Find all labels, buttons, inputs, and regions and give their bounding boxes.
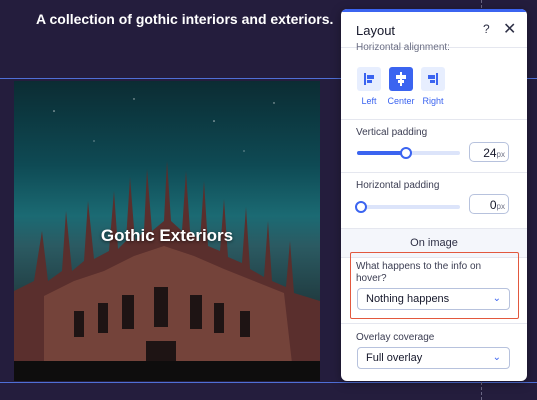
- horizontal-alignment-label: Horizontal alignment:: [356, 42, 450, 53]
- align-center-button[interactable]: [389, 67, 413, 91]
- overlay-coverage-select[interactable]: Full overlay ⌄: [357, 347, 510, 369]
- hover-info-label: What happens to the info on hover?: [356, 261, 482, 284]
- hover-info-select[interactable]: Nothing happens ⌄: [357, 288, 510, 310]
- vertical-padding-slider-thumb[interactable]: [400, 147, 412, 159]
- divider: [341, 172, 527, 173]
- chevron-down-icon: ⌄: [492, 352, 501, 363]
- align-left-button[interactable]: [357, 67, 381, 91]
- vertical-padding-unit: px: [496, 150, 505, 159]
- vertical-padding-input[interactable]: 24px: [469, 142, 509, 162]
- align-right-label[interactable]: Right: [413, 96, 453, 106]
- divider: [341, 323, 527, 324]
- guide-line-bottom: [0, 382, 537, 383]
- horizontal-padding-slider-thumb[interactable]: [355, 201, 367, 213]
- align-right-button[interactable]: [421, 67, 445, 91]
- layout-panel: Layout ? ✕ Horizontal alignment: Left Ce…: [341, 9, 527, 381]
- vertical-padding-value: 24: [483, 146, 497, 160]
- hover-info-selected: Nothing happens: [366, 293, 450, 305]
- overlay-coverage-selected: Full overlay: [366, 352, 423, 364]
- divider: [341, 119, 527, 120]
- chevron-down-icon: ⌄: [492, 293, 501, 304]
- horizontal-padding-slider[interactable]: [357, 205, 460, 209]
- image-caption: Gothic Exteriors: [100, 226, 234, 245]
- horizontal-padding-unit: px: [496, 202, 505, 211]
- overlay-coverage-label: Overlay coverage: [356, 332, 435, 343]
- align-right-icon: [428, 73, 438, 85]
- horizontal-padding-input[interactable]: 0px: [469, 194, 509, 214]
- vertical-padding-slider-fill: [357, 151, 406, 155]
- horizontal-padding-label: Horizontal padding: [356, 180, 440, 191]
- vertical-padding-label: Vertical padding: [356, 127, 428, 138]
- gallery-heading[interactable]: A collection of gothic interiors and ext…: [36, 11, 333, 27]
- help-icon[interactable]: ?: [483, 22, 490, 36]
- panel-title: Layout: [356, 23, 396, 38]
- close-icon[interactable]: ✕: [503, 19, 516, 39]
- align-center-icon: [396, 72, 406, 86]
- align-left-icon: [364, 73, 374, 85]
- horizontal-padding-value: 0: [489, 198, 497, 212]
- gallery-image[interactable]: Gothic Exteriors: [14, 81, 320, 381]
